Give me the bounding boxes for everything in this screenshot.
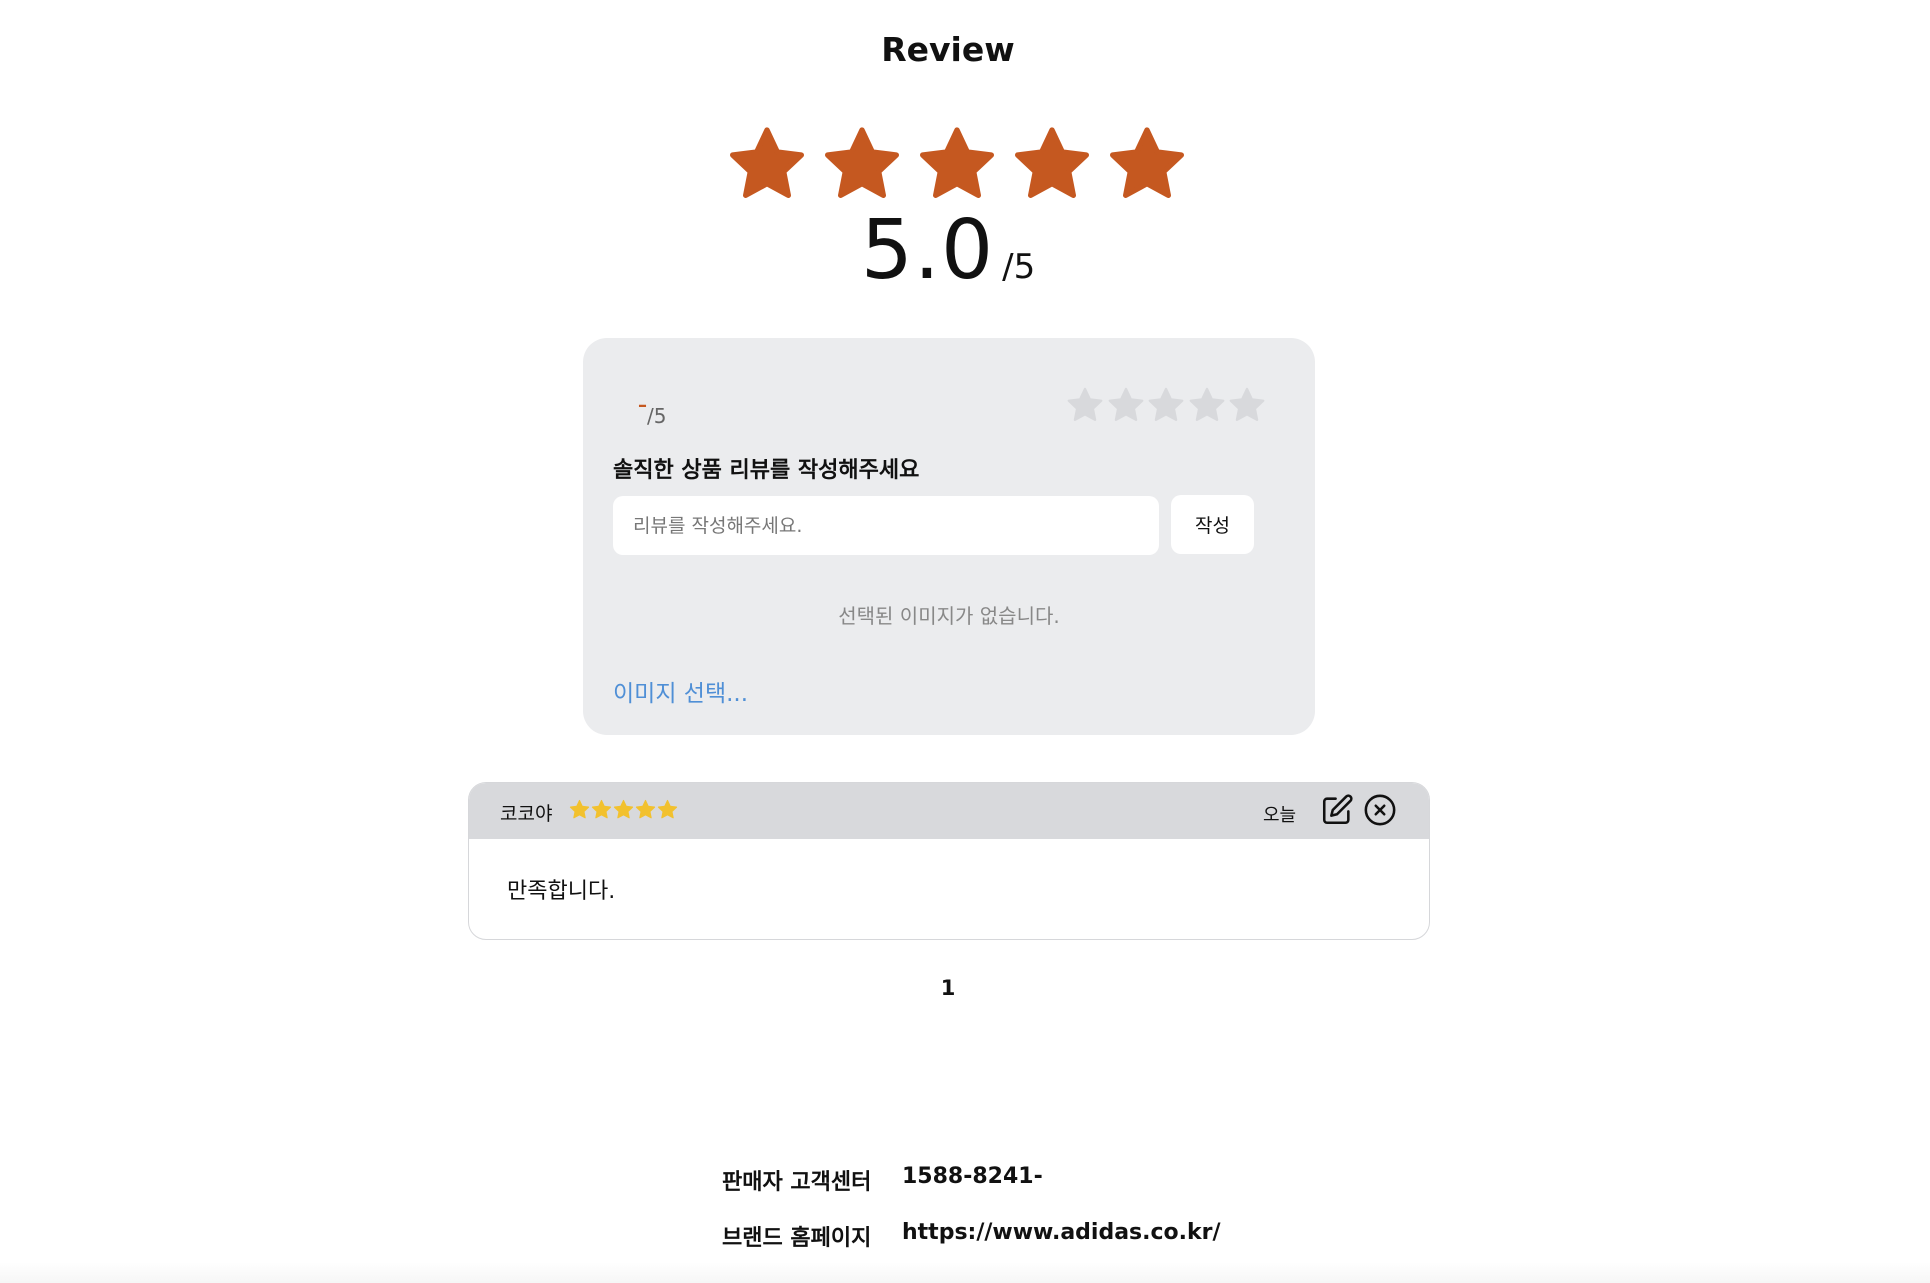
footer-customer-service: 판매자 고객센터 1588-8241- xyxy=(722,1164,1043,1196)
average-score: 5.0/5 xyxy=(0,210,1896,292)
star-icon[interactable] xyxy=(1147,386,1185,424)
star-icon xyxy=(1110,127,1184,198)
star-icon xyxy=(920,127,994,198)
edit-icon[interactable] xyxy=(1320,793,1354,827)
footer-brand-homepage: 브랜드 홈페이지 https://www.adidas.co.kr/ xyxy=(722,1220,1221,1252)
review-page: Review 5.0/5 –/5 솔직한 상품 리뷰를 작성해주세요 작성 선택… xyxy=(0,0,1930,1283)
rating-input-stars xyxy=(1066,386,1266,426)
review-rating-stars xyxy=(569,799,678,820)
star-icon xyxy=(569,799,590,819)
bottom-edge xyxy=(0,1262,1930,1283)
review-card: 코코야 오늘 만족합니다. xyxy=(468,782,1430,940)
review-content: 만족합니다. xyxy=(507,879,616,904)
page-title: Review xyxy=(881,30,1015,69)
select-image-button[interactable]: 이미지 선택... xyxy=(613,674,748,708)
review-author: 코코야 xyxy=(500,803,553,825)
star-icon xyxy=(730,127,804,198)
close-circle-icon[interactable] xyxy=(1363,793,1397,827)
submit-review-button[interactable]: 작성 xyxy=(1171,495,1254,554)
footer-brand-link[interactable]: https://www.adidas.co.kr/ xyxy=(902,1220,1221,1252)
star-icon[interactable] xyxy=(1188,386,1226,424)
review-prompt: 솔직한 상품 리뷰를 작성해주세요 xyxy=(613,458,920,483)
average-rating-stars xyxy=(727,124,1187,204)
my-score-value: – xyxy=(638,395,647,416)
star-icon xyxy=(591,799,612,819)
footer-brand-label: 브랜드 홈페이지 xyxy=(722,1226,872,1251)
average-score-max: /5 xyxy=(1002,247,1036,287)
average-score-value: 5.0 xyxy=(860,203,995,298)
no-image-message: 선택된 이미지가 없습니다. xyxy=(838,604,1060,628)
footer-cs-label: 판매자 고객센터 xyxy=(722,1170,872,1195)
review-date: 오늘 xyxy=(1263,805,1297,826)
star-icon[interactable] xyxy=(1107,386,1145,424)
star-icon xyxy=(613,799,634,819)
star-icon xyxy=(825,127,899,198)
star-icon xyxy=(635,799,656,819)
review-card-header: 코코야 오늘 xyxy=(469,783,1429,839)
my-score: –/5 xyxy=(638,395,666,428)
pagination-page[interactable]: 1 xyxy=(0,976,1896,1000)
star-icon xyxy=(1015,127,1089,198)
review-input[interactable] xyxy=(613,496,1159,555)
footer-cs-value: 1588-8241- xyxy=(902,1164,1043,1189)
star-icon[interactable] xyxy=(1228,386,1266,424)
star-icon[interactable] xyxy=(1066,386,1104,424)
star-icon xyxy=(657,799,678,819)
my-score-max: /5 xyxy=(647,404,667,428)
